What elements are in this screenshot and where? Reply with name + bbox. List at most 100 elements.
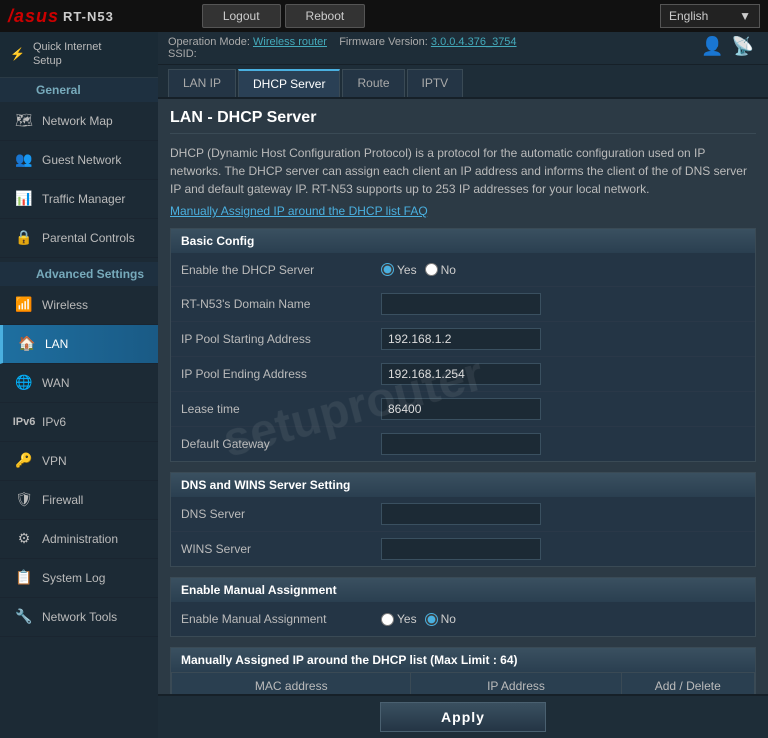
sidebar-item-label: VPN <box>42 454 67 468</box>
basic-config-header: Basic Config <box>171 229 755 253</box>
enable-dhcp-yes[interactable]: Yes <box>381 263 417 277</box>
ip-pool-end-input[interactable] <box>381 363 541 385</box>
default-gateway-value <box>381 433 541 455</box>
manual-table-header: Manually Assigned IP around the DHCP lis… <box>171 648 755 672</box>
sidebar-item-label: LAN <box>45 337 68 351</box>
lease-time-value <box>381 398 541 420</box>
sidebar-item-label: WAN <box>42 376 70 390</box>
sidebar-item-ipv6[interactable]: IPv6 IPv6 <box>0 403 158 442</box>
enable-manual-value: Yes No <box>381 612 456 626</box>
user-icon[interactable]: 👤 <box>701 36 723 57</box>
advanced-section-label: Advanced Settings <box>0 262 158 286</box>
tab-route-label: Route <box>357 76 389 90</box>
col-mac: MAC address <box>172 673 411 695</box>
page-content: LAN - DHCP Server DHCP (Dynamic Host Con… <box>158 99 768 694</box>
assign-table: MAC address IP Address Add / Delete ▼ <box>171 672 755 694</box>
tab-lan-ip[interactable]: LAN IP <box>168 69 236 97</box>
ip-pool-end-value <box>381 363 541 385</box>
enable-manual-row: Enable Manual Assignment Yes No <box>171 602 755 636</box>
operation-mode-label: Operation Mode: <box>168 36 250 48</box>
sidebar-item-guest-network[interactable]: 👥 Guest Network <box>0 141 158 180</box>
col-add-delete: Add / Delete <box>621 673 754 695</box>
sidebar-item-lan[interactable]: 🏠 LAN <box>0 325 158 364</box>
chevron-down-icon: ▼ <box>739 9 751 23</box>
sidebar-item-label: Guest Network <box>42 153 121 167</box>
wins-server-label: WINS Server <box>181 542 381 556</box>
default-gateway-row: Default Gateway <box>171 427 755 461</box>
basic-config-section: Basic Config Enable the DHCP Server Yes … <box>170 228 756 462</box>
sidebar-item-firewall[interactable]: 🛡 Firewall <box>0 481 158 520</box>
logout-button[interactable]: Logout <box>202 4 281 28</box>
tab-route[interactable]: Route <box>342 69 404 97</box>
faq-link[interactable]: Manually Assigned IP around the DHCP lis… <box>170 204 428 218</box>
sidebar-item-traffic-manager[interactable]: 📊 Traffic Manager <box>0 180 158 219</box>
wifi-icon[interactable]: 📡 <box>732 36 754 57</box>
ip-pool-start-label: IP Pool Starting Address <box>181 332 381 346</box>
enable-manual-no[interactable]: No <box>425 612 456 626</box>
firewall-icon: 🛡 <box>14 490 34 510</box>
reboot-button[interactable]: Reboot <box>285 4 366 28</box>
enable-manual-yes[interactable]: Yes <box>381 612 417 626</box>
enable-dhcp-yes-radio[interactable] <box>381 263 394 276</box>
sidebar-item-quick-setup[interactable]: ⚡ Quick InternetSetup <box>0 32 158 77</box>
sidebar-item-system-log[interactable]: 📋 System Log <box>0 559 158 598</box>
guest-network-icon: 👥 <box>14 150 34 170</box>
tab-iptv-label: IPTV <box>422 76 449 90</box>
enable-dhcp-row: Enable the DHCP Server Yes No <box>171 253 755 287</box>
wins-server-input[interactable] <box>381 538 541 560</box>
general-section-label: General <box>0 78 158 102</box>
domain-name-value <box>381 293 541 315</box>
enable-manual-no-radio[interactable] <box>425 613 438 626</box>
administration-icon: ⚙ <box>14 529 34 549</box>
topbar-buttons: Logout Reboot <box>202 4 365 28</box>
tab-dhcp-server[interactable]: DHCP Server <box>238 69 340 97</box>
enable-manual-yes-radio[interactable] <box>381 613 394 626</box>
ip-pool-start-value <box>381 328 541 350</box>
sidebar-item-parental-controls[interactable]: 🔒 Parental Controls <box>0 219 158 258</box>
sidebar-item-wan[interactable]: 🌐 WAN <box>0 364 158 403</box>
sidebar-item-network-tools[interactable]: 🔧 Network Tools <box>0 598 158 637</box>
sidebar-item-label: Network Map <box>42 114 113 128</box>
sidebar-item-vpn[interactable]: 🔑 VPN <box>0 442 158 481</box>
lease-time-input[interactable] <box>381 398 541 420</box>
wins-server-value <box>381 538 541 560</box>
apply-button[interactable]: Apply <box>380 702 546 732</box>
page-title: LAN - DHCP Server <box>170 109 756 134</box>
traffic-manager-icon: 📊 <box>14 189 34 209</box>
quick-setup-icon: ⚡ <box>10 47 25 61</box>
system-log-icon: 📋 <box>14 568 34 588</box>
ip-pool-start-input[interactable] <box>381 328 541 350</box>
domain-name-row: RT-N53's Domain Name <box>171 287 755 322</box>
enable-dhcp-no-radio[interactable] <box>425 263 438 276</box>
sidebar-item-wireless[interactable]: 📶 Wireless <box>0 286 158 325</box>
ip-pool-end-row: IP Pool Ending Address <box>171 357 755 392</box>
sidebar-item-label: Administration <box>42 532 118 546</box>
tab-iptv[interactable]: IPTV <box>407 69 464 97</box>
vpn-icon: 🔑 <box>14 451 34 471</box>
dns-server-label: DNS Server <box>181 507 381 521</box>
network-tools-icon: 🔧 <box>14 607 34 627</box>
default-gateway-input[interactable] <box>381 433 541 455</box>
wireless-icon: 📶 <box>14 295 34 315</box>
firmware-value[interactable]: 3.0.0.4.376_3754 <box>431 36 517 48</box>
manual-assignment-section: Enable Manual Assignment Enable Manual A… <box>170 577 756 637</box>
enable-dhcp-no[interactable]: No <box>425 263 456 277</box>
domain-name-input[interactable] <box>381 293 541 315</box>
tab-dhcp-server-label: DHCP Server <box>253 77 325 91</box>
sidebar-item-administration[interactable]: ⚙ Administration <box>0 520 158 559</box>
sidebar-item-network-map[interactable]: 🗺 Network Map <box>0 102 158 141</box>
sidebar-item-label: Network Tools <box>42 610 117 624</box>
enable-dhcp-value: Yes No <box>381 263 456 277</box>
col-ip: IP Address <box>411 673 621 695</box>
sidebar-item-label: System Log <box>42 571 105 585</box>
language-label: English <box>669 9 708 23</box>
sidebar-item-label: Firewall <box>42 493 83 507</box>
ip-pool-end-label: IP Pool Ending Address <box>181 367 381 381</box>
dns-server-input[interactable] <box>381 503 541 525</box>
operation-mode-value[interactable]: Wireless router <box>253 36 327 48</box>
wins-server-row: WINS Server <box>171 532 755 566</box>
language-selector[interactable]: English ▼ <box>660 4 760 28</box>
manual-assignment-header: Enable Manual Assignment <box>171 578 755 602</box>
parental-controls-icon: 🔒 <box>14 228 34 248</box>
tab-bar: LAN IP DHCP Server Route IPTV <box>158 65 768 99</box>
